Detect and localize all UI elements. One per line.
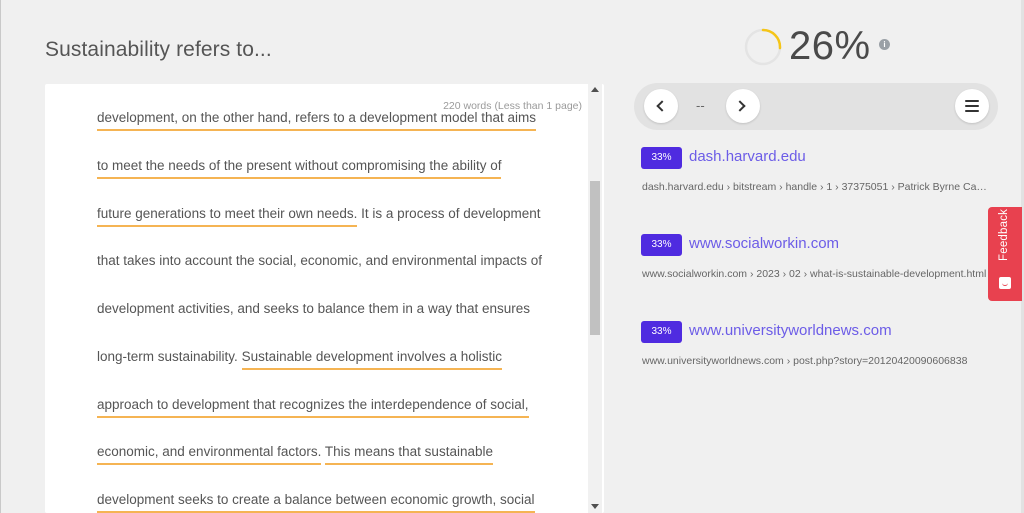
match-percent-badge: 33%	[641, 147, 682, 169]
chevron-left-icon	[656, 100, 668, 112]
scroll-thumb[interactable]	[590, 181, 600, 335]
source-link[interactable]: dash.harvard.edu	[689, 148, 806, 165]
text-segment: long-term sustainability.	[97, 348, 242, 364]
hamburger-menu-icon	[965, 100, 979, 112]
document-line: future generations to meet their own nee…	[97, 202, 542, 250]
feedback-icon	[999, 277, 1011, 289]
source-breadcrumb: www.universityworldnews.com › post.php?s…	[642, 355, 968, 367]
text-segment: It is a process of development	[357, 205, 541, 221]
score-progress-ring	[744, 28, 782, 66]
matched-text-highlight[interactable]: future generations to meet their own nee…	[97, 205, 358, 227]
menu-button[interactable]	[955, 89, 989, 123]
previous-match-button[interactable]	[644, 89, 678, 123]
document-line: that takes into account the social, econ…	[97, 249, 542, 297]
feedback-button[interactable]: Feedback	[988, 207, 1022, 301]
match-percent-badge: 33%	[641, 321, 682, 343]
source-breadcrumb: www.socialworkin.com › 2023 › 02 › what-…	[642, 268, 987, 280]
feedback-label: Feedback	[998, 208, 1010, 261]
window-edge-left	[0, 0, 1, 513]
matched-text-highlight[interactable]: development seeks to create a balance be…	[97, 492, 535, 513]
document-line: development activities, and seeks to bal…	[97, 297, 542, 345]
match-navigation-bar: --	[634, 83, 998, 130]
document-line: development, on the other hand, refers t…	[97, 106, 542, 154]
matched-text-highlight[interactable]: development, on the other hand, refers t…	[97, 110, 537, 131]
chevron-right-icon	[734, 100, 746, 112]
matched-text-highlight[interactable]: to meet the needs of the present without…	[97, 157, 502, 179]
document-line: economic, and environmental factors. Thi…	[97, 440, 542, 488]
text-segment: development activities, and seeks to bal…	[97, 301, 530, 316]
document-panel[interactable]: 220 words (Less than 1 page) development…	[45, 84, 604, 513]
document-line: long-term sustainability. Sustainable de…	[97, 345, 542, 393]
document-title: Sustainability refers to...	[45, 38, 272, 61]
source-breadcrumb: dash.harvard.edu › bitstream › handle › …	[642, 181, 992, 193]
scroll-down-arrow-icon[interactable]	[588, 499, 602, 513]
matched-text-highlight[interactable]: This means that sustainable	[324, 444, 493, 466]
scroll-up-arrow-icon[interactable]	[588, 84, 602, 98]
document-line: approach to development that recognizes …	[97, 393, 542, 441]
match-counter: --	[696, 98, 705, 113]
info-icon[interactable]: i	[879, 39, 890, 50]
document-text[interactable]: development, on the other hand, refers t…	[97, 106, 542, 513]
matched-text-highlight[interactable]: economic, and environmental factors.	[97, 444, 322, 466]
similarity-score: 26%	[789, 24, 871, 68]
document-line: development seeks to create a balance be…	[97, 488, 542, 513]
matched-text-highlight[interactable]: approach to development that recognizes …	[97, 396, 529, 418]
source-link[interactable]: www.universityworldnews.com	[689, 322, 892, 339]
matched-text-highlight[interactable]: Sustainable development involves a holis…	[241, 348, 502, 370]
document-scrollbar[interactable]	[588, 84, 602, 513]
document-line: to meet the needs of the present without…	[97, 154, 542, 202]
text-segment: that takes into account the social, econ…	[97, 253, 542, 269]
source-link[interactable]: www.socialworkin.com	[689, 235, 839, 252]
next-match-button[interactable]	[726, 89, 760, 123]
match-percent-badge: 33%	[641, 234, 682, 256]
